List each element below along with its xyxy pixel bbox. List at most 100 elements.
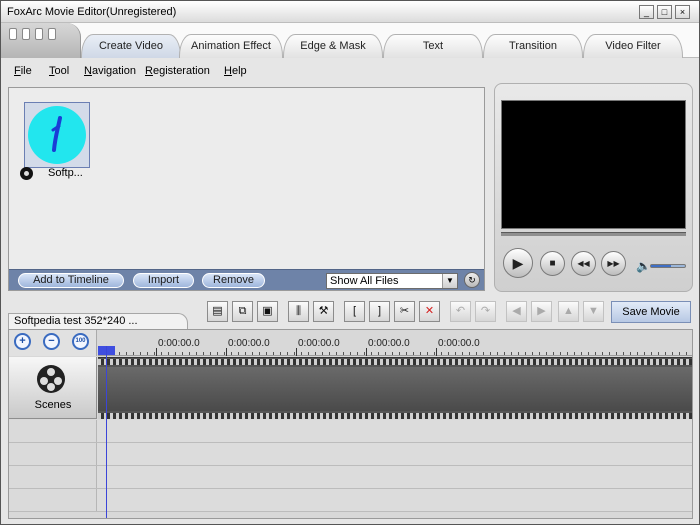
preview-player: ▶ ■ ◀◀ ▶▶ 🔈 [494,83,693,292]
reel-hole [47,383,55,391]
play-button[interactable]: ▶ [503,248,533,278]
logo-dot [9,28,17,40]
ruler-tick [436,348,437,356]
ruler-time-label: 0:00:00.0 [368,338,410,349]
snapshot-icon[interactable]: ▣ [257,301,278,322]
speaker-icon[interactable]: 🔈 [636,259,651,273]
scenes-track[interactable] [98,357,692,419]
rewind-button[interactable]: ◀◀ [571,251,596,276]
close-button[interactable]: × [675,5,690,19]
clock-hand-icon [51,116,62,152]
move-down-icon[interactable]: ▼ [583,301,604,322]
menu-file[interactable]: File [14,65,32,77]
track-header [9,489,97,511]
replace-clip-icon[interactable]: ⧉ [232,301,253,322]
cut-button[interactable]: ✂ [394,301,415,322]
menu-bar: File Tool Navigation Registeration Help [1,59,699,83]
title-bar: FoxArc Movie Editor(Unregistered) _ □ × [1,1,699,23]
ruler-tick [226,348,227,356]
ruler-time-label: 0:00:00.0 [228,338,270,349]
reel-hole [54,377,62,385]
track-header [9,420,97,442]
video-screen [501,100,686,229]
save-movie-button[interactable]: Save Movie [611,301,691,323]
zoom-fit-icon[interactable]: 100 [72,333,89,350]
logo-dot [35,28,43,40]
menu-navigation[interactable]: Navigation [84,65,136,77]
menu-tool[interactable]: Tool [49,65,69,77]
move-right-icon[interactable]: ▶ [531,301,552,322]
empty-track-row[interactable] [9,489,692,512]
tab-video-filter[interactable]: Video Filter [583,34,683,58]
move-up-icon[interactable]: ▲ [558,301,579,322]
ruler-tick [366,348,367,356]
delete-button[interactable]: ✕ [419,301,440,322]
media-thumbnail[interactable] [24,102,90,168]
seek-bar[interactable] [501,232,686,236]
media-item-label: Softp... [48,167,83,179]
remove-button[interactable]: Remove [202,273,265,288]
volume-slider[interactable] [650,264,686,268]
empty-track-row[interactable] [9,420,692,443]
file-filter-select[interactable]: Show All Files ▼ [326,273,458,289]
main-tabs: Create Video Animation Effect Edge & Mas… [1,23,699,58]
undo-icon[interactable]: ↶ [450,301,471,322]
chevron-down-icon[interactable]: ▼ [442,274,457,288]
ruler-tick [296,348,297,356]
move-left-icon[interactable]: ◀ [506,301,527,322]
timeline-panel: + − 100 0:00:00.0 0:00:00.0 0:00:00.0 0:… [8,329,693,519]
menu-help[interactable]: Help [224,65,247,77]
logo-dot [48,28,56,40]
wrench-icon[interactable]: ⚒ [313,301,334,322]
library-toolbar: Add to Timeline Import Remove Show All F… [9,269,484,290]
minimize-button[interactable]: _ [639,5,654,19]
add-to-timeline-button[interactable]: Add to Timeline [18,273,124,288]
tab-create-video[interactable]: Create Video [81,34,181,58]
film-icon[interactable]: ▤ [207,301,228,322]
ruler-time-label: 0:00:00.0 [158,338,200,349]
tab-animation-effect[interactable]: Animation Effect [179,34,283,58]
tab-edge-mask[interactable]: Edge & Mask [283,34,383,58]
scenes-track-header[interactable]: Scenes [9,357,97,419]
window-title: FoxArc Movie Editor(Unregistered) [7,6,177,18]
redo-icon[interactable]: ↷ [475,301,496,322]
import-button[interactable]: Import [133,273,194,288]
ruler-time-label: 0:00:00.0 [298,338,340,349]
tab-transition[interactable]: Transition [483,34,583,58]
stop-button[interactable]: ■ [540,251,565,276]
split-icon[interactable]: ⫼ [288,301,309,322]
zoom-in-icon[interactable]: + [14,333,31,350]
logo-dot [22,28,30,40]
film-reel-icon [20,167,33,180]
refresh-icon[interactable]: ↻ [464,272,480,288]
sprocket-holes [98,359,692,365]
empty-track-row[interactable] [9,443,692,466]
empty-track-row[interactable] [9,466,692,489]
app-logo [1,23,81,58]
scenes-label: Scenes [34,399,72,411]
app-window: FoxArc Movie Editor(Unregistered) _ □ × … [0,0,700,525]
project-tab[interactable]: Softpedia test 352*240 ... [8,313,188,329]
menu-registeration[interactable]: Registeration [145,65,210,77]
volume-fill [651,265,672,267]
film-body [98,367,692,411]
tab-text[interactable]: Text [383,34,483,58]
media-library-panel: Softp... Add to Timeline Import Remove S… [8,87,485,291]
zoom-out-icon[interactable]: − [43,333,60,350]
fast-forward-button[interactable]: ▶▶ [601,251,626,276]
film-reel-icon [37,365,65,393]
mark-out-button[interactable]: ] [369,301,390,322]
clock-thumbnail-image [28,106,86,164]
time-ruler[interactable]: 0:00:00.0 0:00:00.0 0:00:00.0 0:00:00.0 … [98,330,692,356]
ruler-time-label: 0:00:00.0 [438,338,480,349]
sprocket-holes [98,413,692,419]
track-header [9,466,97,488]
mark-in-button[interactable]: [ [344,301,365,322]
maximize-button[interactable]: □ [657,5,672,19]
reel-hole [47,368,55,376]
track-header [9,443,97,465]
ruler-tick [156,348,157,356]
zoom-controls: + − 100 [9,330,97,356]
file-filter-value: Show All Files [330,275,399,287]
playhead-line [106,346,107,518]
